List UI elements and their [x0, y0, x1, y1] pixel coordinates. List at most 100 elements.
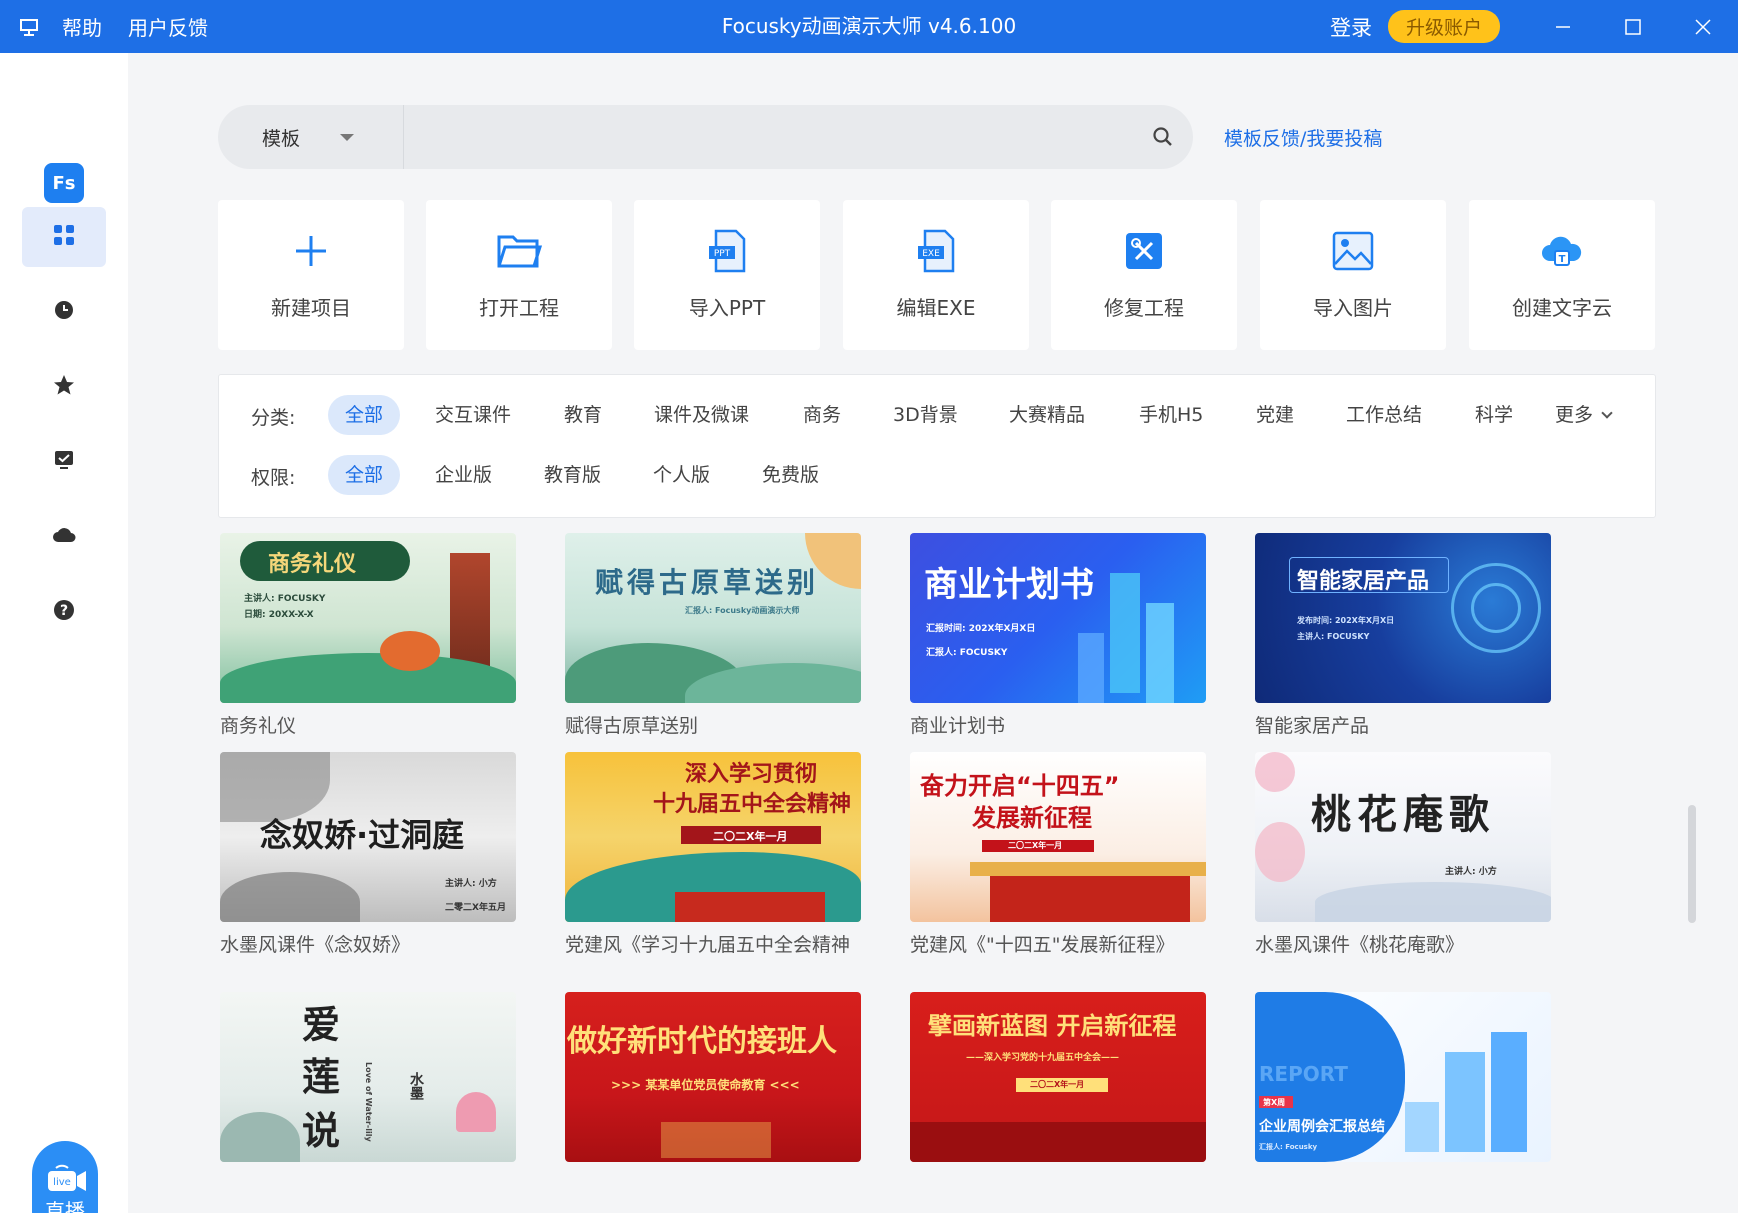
template-card[interactable]: 念奴娇·过洞庭 主讲人: 小方 二零二X年五月 水墨风课件《念奴娇》 — [220, 752, 516, 957]
thumb-subtitle: 主讲人: FOCUSKY — [244, 594, 326, 604]
category-chip[interactable]: 交互课件 — [435, 395, 511, 435]
ppt-file-icon: PPT — [704, 228, 750, 274]
repair-project-button[interactable]: 修复工程 — [1051, 200, 1237, 350]
category-filter-row: 分类: 全部 交互课件 教育 课件及微课 商务 3D背景 大赛精品 手机H5 党… — [219, 395, 1655, 435]
template-card[interactable]: 擘画新蓝图 开启新征程 ——深入学习党的十九届五中全会—— 二〇二X年一月 — [910, 992, 1206, 1162]
help-menu[interactable]: 帮助 — [62, 12, 102, 41]
thumb-subtitle: 汇报时间: 202X年X月X日 — [926, 624, 1036, 634]
permission-chip-all[interactable]: 全部 — [328, 455, 401, 495]
template-card[interactable]: 赋得古原草送别 汇报人: Focusky动画演示大师 赋得古原草送别 — [565, 533, 861, 738]
vertical-scrollbar[interactable] — [1686, 53, 1700, 1213]
filter-panel: 分类: 全部 交互课件 教育 课件及微课 商务 3D背景 大赛精品 手机H5 党… — [218, 374, 1656, 518]
search-icon[interactable] — [1133, 105, 1193, 169]
category-chip[interactable]: 党建 — [1256, 395, 1294, 435]
import-ppt-label: 导入PPT — [688, 296, 766, 320]
close-button[interactable] — [1668, 0, 1738, 53]
template-card[interactable]: 商务礼仪 主讲人: FOCUSKY 日期: 20XX-X-X 商务礼仪 — [220, 533, 516, 738]
template-card[interactable]: REPORT 第X周 企业周例会汇报总结 汇报人: Focusky — [1255, 992, 1551, 1162]
template-card[interactable]: 商业计划书 汇报时间: 202X年X月X日 汇报人: FOCUSKY 商业计划书 — [910, 533, 1206, 738]
category-filter-label: 分类: — [251, 407, 296, 429]
category-chip-all[interactable]: 全部 — [328, 395, 401, 435]
maximize-button[interactable] — [1598, 0, 1668, 53]
create-word-cloud-label: 创建文字云 — [1512, 296, 1612, 320]
repair-project-label: 修复工程 — [1104, 296, 1184, 320]
create-word-cloud-button[interactable]: T 创建文字云 — [1469, 200, 1655, 350]
thumb-title: 深入学习贯彻 — [685, 762, 818, 787]
sidebar-item-templates[interactable] — [22, 207, 106, 267]
live-badge-text: live — [53, 1177, 71, 1188]
category-chip[interactable]: 商务 — [803, 395, 841, 435]
template-card[interactable]: 做好新时代的接班人 >>> 某某单位党员使命教育 <<< — [565, 992, 861, 1162]
permission-filter-label: 权限: — [251, 467, 296, 489]
template-title: 智能家居产品 — [1255, 715, 1370, 737]
thumb-subtitle: 企业周例会汇报总结 — [1259, 1119, 1385, 1135]
template-title: 党建风《学习十九届五中全会精神 — [565, 934, 851, 956]
template-thumbnail: 智能家居产品 发布时间: 202X年X月X日 主讲人: FOCUSKY — [1255, 533, 1551, 703]
thumb-subtitle: Love of Water-lily — [364, 1062, 373, 1142]
sidebar-item-recent[interactable] — [22, 282, 106, 342]
thumb-subtitle: 主讲人: 小方 — [1445, 867, 1497, 877]
category-chip[interactable]: 手机H5 — [1139, 395, 1203, 435]
thumb-title: REPORT — [1259, 1062, 1348, 1086]
sidebar-item-favorites[interactable] — [22, 357, 106, 417]
user-feedback-menu[interactable]: 用户反馈 — [128, 12, 208, 41]
chevron-down-icon — [1601, 407, 1613, 419]
more-label: 更多 — [1555, 404, 1594, 426]
live-stream-button[interactable]: live 直播 — [32, 1141, 98, 1213]
cloud-icon — [52, 524, 76, 550]
template-card[interactable]: 爱 莲 说 水墨 Love of Water-lily — [220, 992, 516, 1162]
template-card[interactable]: 深入学习贯彻 十九届五中全会精神 二〇二X年一月 党建风《学习十九届五中全会精神 — [565, 752, 861, 957]
search-type-dropdown[interactable]: 模板 — [218, 105, 404, 169]
edit-exe-label: 编辑EXE — [896, 296, 976, 320]
sidebar-item-cloud[interactable] — [22, 507, 106, 567]
template-card[interactable]: 奋力开启“十四五” 发展新征程 二〇二X年一月 党建风《"十四五"发展新征程》 — [910, 752, 1206, 957]
login-link[interactable]: 登录 — [1330, 12, 1372, 42]
permission-chip[interactable]: 企业版 — [435, 455, 492, 495]
template-card[interactable]: 桃花庵歌 主讲人: 小方 水墨风课件《桃花庵歌》 — [1255, 752, 1551, 957]
import-ppt-button[interactable]: PPT 导入PPT — [634, 200, 820, 350]
thumb-badge: 第X周 — [1263, 1098, 1286, 1107]
template-thumbnail: 深入学习贯彻 十九届五中全会精神 二〇二X年一月 — [565, 752, 861, 922]
thumb-title: 赋得古原草送别 — [595, 566, 820, 599]
thumb-date: 二〇二X年一月 — [1030, 1080, 1085, 1089]
template-card[interactable]: 智能家居产品 发布时间: 202X年X月X日 主讲人: FOCUSKY 智能家居… — [1255, 533, 1551, 738]
permission-chip[interactable]: 个人版 — [653, 455, 710, 495]
permission-chip[interactable]: 免费版 — [762, 455, 819, 495]
thumb-subtitle: 汇报人: FOCUSKY — [926, 648, 1008, 658]
thumb-subtitle: 汇报人: Focusky动画演示大师 — [685, 606, 800, 615]
thumb-title: 奋力开启“十四五” — [920, 772, 1120, 800]
sidebar-item-presentations[interactable] — [22, 432, 106, 492]
thumb-subtitle: 二零二X年五月 — [445, 903, 506, 913]
edit-exe-button[interactable]: EXE 编辑EXE — [843, 200, 1029, 350]
more-categories-button[interactable]: 更多 — [1555, 395, 1613, 435]
thumb-title: 做好新时代的接班人 — [567, 1024, 837, 1059]
thumb-subtitle: >>> 某某单位党员使命教育 <<< — [611, 1078, 800, 1092]
sidebar: Fs ? live 直播 — [0, 53, 128, 1213]
category-chip[interactable]: 3D背景 — [893, 395, 958, 435]
upgrade-account-button[interactable]: 升级账户 — [1387, 10, 1500, 43]
template-title: 赋得古原草送别 — [565, 715, 699, 737]
scrollbar-thumb[interactable] — [1688, 805, 1696, 923]
app-menu-icon[interactable] — [18, 16, 40, 38]
thumb-subtitle: 发布时间: 202X年X月X日 — [1297, 616, 1395, 625]
sidebar-item-help[interactable]: ? — [22, 582, 106, 642]
search-input[interactable] — [404, 105, 1133, 169]
minimize-button[interactable] — [1528, 0, 1598, 53]
import-image-label: 导入图片 — [1313, 296, 1393, 320]
category-chip[interactable]: 课件及微课 — [654, 395, 749, 435]
category-chip[interactable]: 科学 — [1475, 395, 1513, 435]
category-chip[interactable]: 教育 — [564, 395, 602, 435]
new-project-button[interactable]: 新建项目 — [218, 200, 404, 350]
template-feedback-link[interactable]: 模板反馈/我要投稿 — [1224, 124, 1382, 151]
open-project-button[interactable]: 打开工程 — [426, 200, 612, 350]
svg-text:T: T — [1559, 254, 1566, 265]
help-icon: ? — [53, 599, 75, 625]
svg-text:EXE: EXE — [922, 249, 940, 259]
thumb-title-line2: 十九届五中全会精神 — [653, 792, 852, 817]
category-chip[interactable]: 大赛精品 — [1009, 395, 1085, 435]
import-image-button[interactable]: 导入图片 — [1260, 200, 1446, 350]
permission-chip[interactable]: 教育版 — [544, 455, 601, 495]
thumb-subtitle: 汇报人: Focusky — [1259, 1143, 1318, 1151]
thumb-title: 桃花庵歌 — [1311, 792, 1495, 838]
category-chip[interactable]: 工作总结 — [1346, 395, 1422, 435]
